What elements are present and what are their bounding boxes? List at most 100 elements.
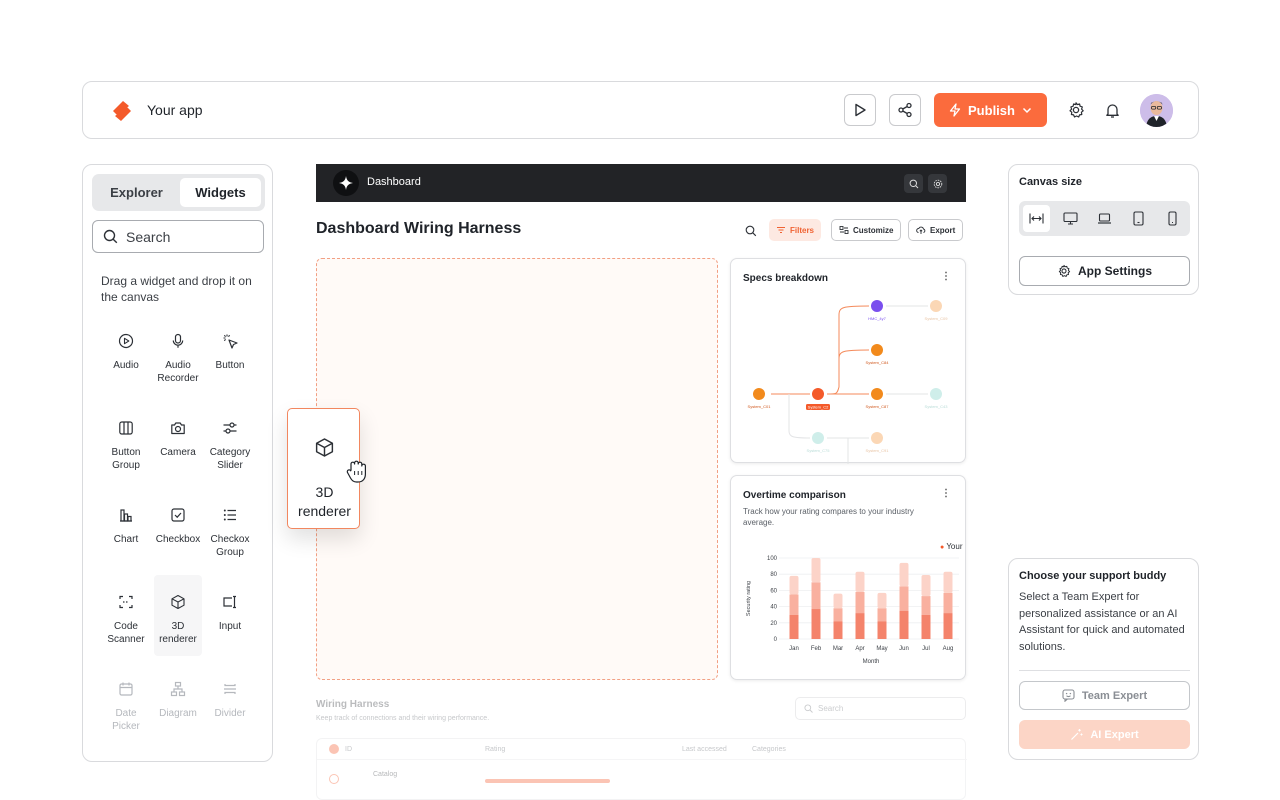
overtime-bar-chart: 0 20 40 60 80 100 Jan Feb Mar Apr May Jun Jul Aug Mont… — [746, 556, 959, 665]
size-option-desktop[interactable] — [1057, 205, 1084, 232]
play-icon — [855, 103, 866, 117]
widget-category-slider[interactable]: Category Slider — [206, 417, 254, 472]
play-circle-icon — [118, 333, 134, 349]
microphone-icon — [172, 333, 184, 348]
size-option-laptop[interactable] — [1091, 205, 1118, 232]
app-settings-label: App Settings — [1078, 264, 1152, 278]
size-option-tablet[interactable] — [1125, 205, 1152, 232]
grab-cursor-icon — [346, 460, 366, 483]
avatar[interactable] — [1140, 94, 1173, 127]
column-header: ID — [345, 746, 352, 753]
bar-segment — [833, 593, 843, 609]
export-button[interactable]: Export — [908, 219, 964, 241]
node-system-c09 — [930, 300, 942, 312]
card-title: Overtime comparison — [743, 490, 846, 501]
widget-label: Button — [215, 360, 245, 371]
x-tick-label: Jan — [789, 646, 799, 652]
bar-segment — [833, 621, 843, 639]
widget-checkbox[interactable]: Checkbox — [154, 504, 202, 546]
canvas-size-panel: Canvas size App Settings — [1008, 164, 1199, 295]
dragged-widget-3d-renderer[interactable]: 3D renderer — [287, 408, 366, 529]
y-axis-label: Security rating — [746, 581, 752, 616]
tab-widgets[interactable]: Widgets — [180, 178, 261, 207]
widget-camera[interactable]: Camera — [154, 417, 202, 459]
slider-icon — [223, 422, 237, 434]
y-tick-label: 20 — [770, 621, 777, 627]
bar-segment — [899, 562, 909, 587]
wiring-table: ID Rating Last accessed Categories Catal… — [316, 738, 967, 800]
bar-segment — [943, 592, 953, 614]
dashboard-settings-button[interactable] — [928, 174, 947, 193]
cube-icon — [315, 438, 334, 457]
widget-date-picker[interactable]: Date Picker — [102, 678, 150, 733]
customize-button[interactable]: Customize — [831, 219, 902, 241]
widgets-panel: Explorer Widgets Drag a widget and drop … — [82, 164, 273, 762]
top-bar: Your app Publish — [82, 81, 1199, 139]
node-label: System_C43 — [925, 404, 949, 409]
bar-segment — [789, 575, 799, 595]
canvas-search-button[interactable] — [745, 224, 757, 242]
node-label: System_C87 — [866, 404, 890, 409]
widget-label: Checkbox — [155, 534, 201, 545]
widget-chart[interactable]: Chart — [102, 504, 150, 546]
x-tick-label: Jun — [899, 646, 909, 652]
x-tick-label: Apr — [855, 646, 864, 652]
filter-icon — [777, 226, 785, 234]
widget-audio-recorder[interactable]: Audio Recorder — [154, 330, 202, 385]
panel-tabs: Explorer Widgets — [92, 174, 265, 211]
row-checkbox[interactable] — [329, 774, 339, 784]
bar-segment — [877, 621, 887, 639]
widget-code-scanner[interactable]: Code Scanner — [102, 591, 150, 646]
widget-checkbox-group[interactable]: Checkox Group — [206, 504, 254, 559]
phone-icon — [1168, 211, 1177, 226]
widget-diagram[interactable]: Diagram — [154, 678, 202, 720]
drop-zone[interactable] — [316, 258, 718, 680]
widget-search[interactable] — [92, 220, 264, 253]
input-icon — [222, 595, 236, 609]
bar-segment — [789, 614, 799, 639]
gear-icon — [933, 179, 942, 188]
column-header: Rating — [485, 746, 506, 753]
divider — [1019, 670, 1190, 671]
preview-button[interactable] — [844, 94, 876, 126]
wiring-search[interactable]: Search — [795, 697, 966, 720]
drag-hint: Drag a widget and drop it on the canvas — [101, 274, 252, 304]
dashboard-search-button[interactable] — [904, 174, 923, 193]
settings-button[interactable] — [1066, 100, 1086, 120]
tab-explorer[interactable]: Explorer — [96, 178, 177, 207]
bar-segment — [921, 575, 931, 597]
notifications-button[interactable] — [1102, 100, 1122, 120]
widget-divider[interactable]: Divider — [206, 678, 254, 720]
node-label: System_C91 — [866, 448, 890, 453]
x-tick-label: May — [876, 646, 887, 652]
select-all-checkbox[interactable] — [329, 744, 339, 754]
bar-segment — [855, 613, 865, 639]
rating-bar — [485, 779, 610, 783]
size-option-phone[interactable] — [1159, 205, 1186, 232]
sparkle-icon — [339, 176, 353, 190]
team-expert-button[interactable]: Team Expert — [1019, 681, 1190, 710]
app-settings-button[interactable]: App Settings — [1019, 256, 1190, 286]
widget-button-group[interactable]: Button Group — [102, 417, 150, 472]
widget-label: Button Group — [111, 447, 141, 471]
widget-input[interactable]: Input — [206, 591, 254, 633]
ai-expert-button[interactable]: AI Expert — [1019, 720, 1190, 749]
widget-3d-renderer[interactable]: 3D renderer — [154, 575, 202, 656]
bar-segment — [789, 594, 799, 615]
bar-segment — [877, 592, 887, 609]
magic-wand-icon — [1071, 729, 1083, 740]
publish-button[interactable]: Publish — [934, 93, 1047, 127]
page-title: Dashboard Wiring Harness — [316, 220, 522, 237]
node-label: HMC_4y7 — [868, 316, 887, 321]
share-button[interactable] — [889, 94, 921, 126]
y-tick-label: 80 — [770, 572, 777, 578]
widget-button[interactable]: Button — [206, 330, 254, 372]
more-icon[interactable]: ⋮ — [941, 488, 951, 499]
scan-icon — [119, 595, 133, 609]
gear-icon — [1069, 102, 1084, 118]
widget-audio[interactable]: Audio — [102, 330, 150, 372]
search-icon — [745, 225, 757, 237]
size-option-fit-width[interactable] — [1023, 205, 1050, 232]
search-input[interactable] — [126, 228, 246, 245]
filters-button[interactable]: Filters — [769, 219, 822, 241]
